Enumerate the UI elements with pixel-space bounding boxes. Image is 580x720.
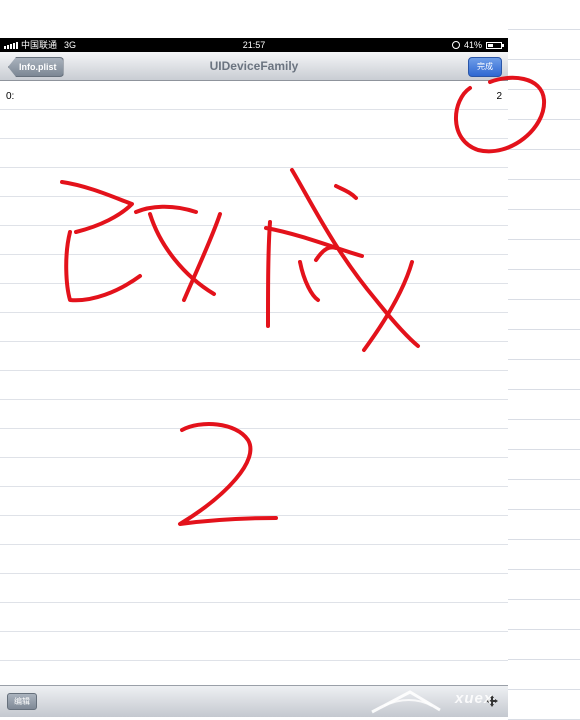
item-value[interactable]: 2 bbox=[496, 91, 502, 102]
ipad-screen: 中国联通 3G 21:57 41% UIDeviceFamily Info.pl… bbox=[0, 0, 508, 720]
rotation-lock-icon bbox=[451, 41, 460, 49]
battery-percent: 41% bbox=[463, 40, 482, 50]
navigation-bar: UIDeviceFamily Info.plist 完成 bbox=[0, 52, 508, 81]
item-key: 0: bbox=[6, 91, 15, 102]
page-title: UIDeviceFamily bbox=[209, 59, 299, 73]
status-time: 21:57 bbox=[242, 40, 266, 50]
plist-item-list: 0: 2 bbox=[0, 81, 508, 685]
watermark-text: xuex bbox=[455, 690, 494, 707]
outer-background bbox=[508, 0, 580, 720]
edit-button[interactable]: 编辑 bbox=[7, 693, 37, 710]
battery-icon bbox=[486, 41, 504, 49]
done-button[interactable]: 完成 bbox=[468, 57, 502, 77]
back-button[interactable]: Info.plist bbox=[8, 57, 64, 77]
status-right: 41% bbox=[451, 38, 504, 52]
status-bar: 中国联通 3G 21:57 41% bbox=[0, 38, 508, 52]
